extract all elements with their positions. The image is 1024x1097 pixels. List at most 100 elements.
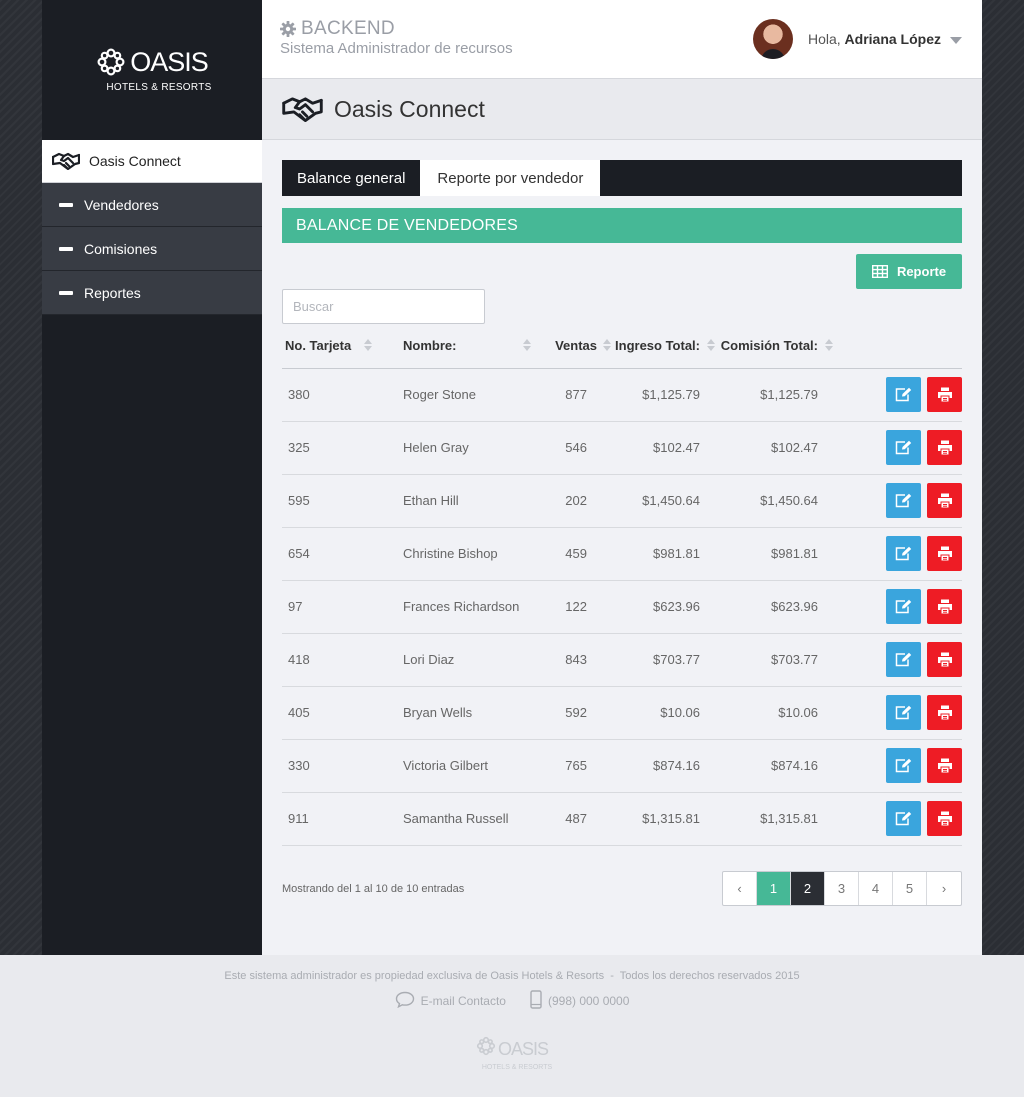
table-row: 654 Christine Bishop 459 $981.81 $981.81: [282, 527, 962, 581]
app-title-text: BACKEND: [301, 18, 395, 39]
print-button[interactable]: [927, 695, 962, 730]
cell-commission: $102.47: [711, 421, 829, 475]
footer-contacts: E-mail Contacto (998) 000 0000: [0, 990, 1024, 1012]
footer-email-link[interactable]: E-mail Contacto: [395, 991, 506, 1011]
logo-tagline: HOTELS & RESORTS: [106, 82, 212, 93]
edit-button[interactable]: [886, 748, 921, 783]
cell-income: $981.81: [613, 527, 711, 581]
sidebar-item-vendedores[interactable]: Vendedores: [42, 183, 262, 227]
avatar[interactable]: [752, 19, 793, 59]
print-button[interactable]: [927, 589, 962, 624]
oasis-flower-icon: [476, 1036, 496, 1061]
print-icon: [937, 758, 953, 773]
pagination-page-4[interactable]: 4: [859, 871, 893, 905]
edit-icon: [895, 387, 912, 402]
top-bar: BACKEND Sistema Administrador de recurso…: [262, 0, 982, 79]
print-button[interactable]: [927, 801, 962, 836]
edit-button[interactable]: [886, 695, 921, 730]
table-row: 418 Lori Diaz 843 $703.77 $703.77: [282, 633, 962, 687]
cell-card-number: 595: [282, 474, 403, 528]
edit-icon: [895, 599, 912, 614]
sidebar-item-reportes[interactable]: Reportes: [42, 271, 262, 315]
footer-logo-wordmark: OASIS: [497, 1038, 549, 1059]
cell-actions: [829, 686, 962, 740]
chevron-down-icon[interactable]: [950, 36, 962, 44]
table-footer: Mostrando del 1 al 10 de 10 entradas ‹ 1…: [282, 846, 962, 930]
cell-income: $1,450.64: [613, 474, 711, 528]
main-area: BACKEND Sistema Administrador de recurso…: [262, 0, 982, 955]
column-header-name[interactable]: Nombre:: [403, 324, 541, 369]
minus-icon: [59, 246, 73, 251]
column-header-sales[interactable]: Ventas: [541, 324, 613, 369]
footer-rights: Todos los derechos reservados 2015: [619, 970, 800, 982]
app-frame: OASIS HOTELS & RESORTS Oasis Connect Ven…: [42, 0, 982, 955]
cell-income: $1,315.81: [613, 792, 711, 846]
user-menu[interactable]: Hola, Adriana López: [752, 19, 962, 59]
cell-sales: 202: [541, 474, 613, 528]
tab-balance-general[interactable]: Balance general: [282, 160, 420, 196]
column-header-commission[interactable]: Comisión Total:: [711, 324, 833, 369]
cell-card-number: 911: [282, 792, 403, 846]
edit-button[interactable]: [886, 536, 921, 571]
cell-card-number: 330: [282, 739, 403, 793]
cell-sales: 459: [541, 527, 613, 581]
edit-icon: [895, 493, 912, 508]
edit-button[interactable]: [886, 801, 921, 836]
cell-commission: $10.06: [711, 686, 829, 740]
pagination-page-2[interactable]: 2: [791, 871, 825, 905]
brand-logo[interactable]: OASIS HOTELS & RESORTS: [42, 0, 262, 140]
column-header-card[interactable]: No. Tarjeta: [282, 324, 403, 369]
table-tools: Reporte: [282, 243, 962, 324]
table-row: 595 Ethan Hill 202 $1,450.64 $1,450.64: [282, 474, 962, 528]
tab-reporte-por-vendedor[interactable]: Reporte por vendedor: [420, 160, 601, 196]
footer-separator: -: [610, 970, 614, 982]
cell-actions: [829, 527, 962, 581]
cell-name: Frances Richardson: [403, 580, 541, 634]
edit-button[interactable]: [886, 642, 921, 677]
print-icon: [937, 387, 953, 402]
search-input[interactable]: [282, 289, 485, 324]
sidebar-item-comisiones[interactable]: Comisiones: [42, 227, 262, 271]
footer-phone-number: (998) 000 0000: [547, 994, 630, 1008]
edit-icon: [895, 546, 912, 561]
oasis-flower-icon: [96, 47, 126, 77]
cell-income: $102.47: [613, 421, 711, 475]
cell-sales: 487: [541, 792, 613, 846]
print-button[interactable]: [927, 748, 962, 783]
pagination-page-5[interactable]: 5: [893, 871, 927, 905]
sidebar-item-oasis-connect[interactable]: Oasis Connect: [42, 140, 262, 183]
edit-icon: [895, 652, 912, 667]
edit-button[interactable]: [886, 377, 921, 412]
edit-button[interactable]: [886, 589, 921, 624]
print-button[interactable]: [927, 483, 962, 518]
print-button[interactable]: [927, 642, 962, 677]
cell-card-number: 380: [282, 368, 403, 422]
column-header-income[interactable]: Ingreso Total:: [613, 324, 715, 369]
pagination-info: Mostrando del 1 al 10 de 10 entradas: [282, 882, 465, 895]
user-name: Adriana López: [844, 31, 941, 47]
cell-name: Samantha Russell: [403, 792, 541, 846]
print-button[interactable]: [927, 536, 962, 571]
edit-button[interactable]: [886, 430, 921, 465]
pagination-page-1[interactable]: 1: [757, 871, 791, 905]
page-header: Oasis Connect: [262, 79, 982, 140]
cell-commission: $981.81: [711, 527, 829, 581]
edit-icon: [895, 705, 912, 720]
table-row: 405 Bryan Wells 592 $10.06 $10.06: [282, 686, 962, 740]
sort-icon: [364, 339, 372, 351]
report-button[interactable]: Reporte: [856, 254, 962, 289]
pagination-next-button[interactable]: ›: [927, 872, 961, 905]
sidebar-item-label: Oasis Connect: [89, 153, 181, 169]
edit-button[interactable]: [886, 483, 921, 518]
greeting-text: Hola,: [807, 31, 841, 47]
pagination-page-3[interactable]: 3: [825, 871, 859, 905]
print-icon: [937, 599, 953, 614]
page-title: Oasis Connect: [334, 95, 485, 122]
sidebar-item-label: Comisiones: [84, 240, 158, 257]
cell-income: $1,125.79: [613, 368, 711, 422]
content: Balance general Reporte por vendedor BAL…: [262, 140, 982, 930]
pagination-prev-button[interactable]: ‹: [723, 871, 757, 905]
print-button[interactable]: [927, 377, 962, 412]
table-body: 380 Roger Stone 877 $1,125.79 $1,125.79 325 He…: [282, 368, 962, 846]
print-button[interactable]: [927, 430, 962, 465]
